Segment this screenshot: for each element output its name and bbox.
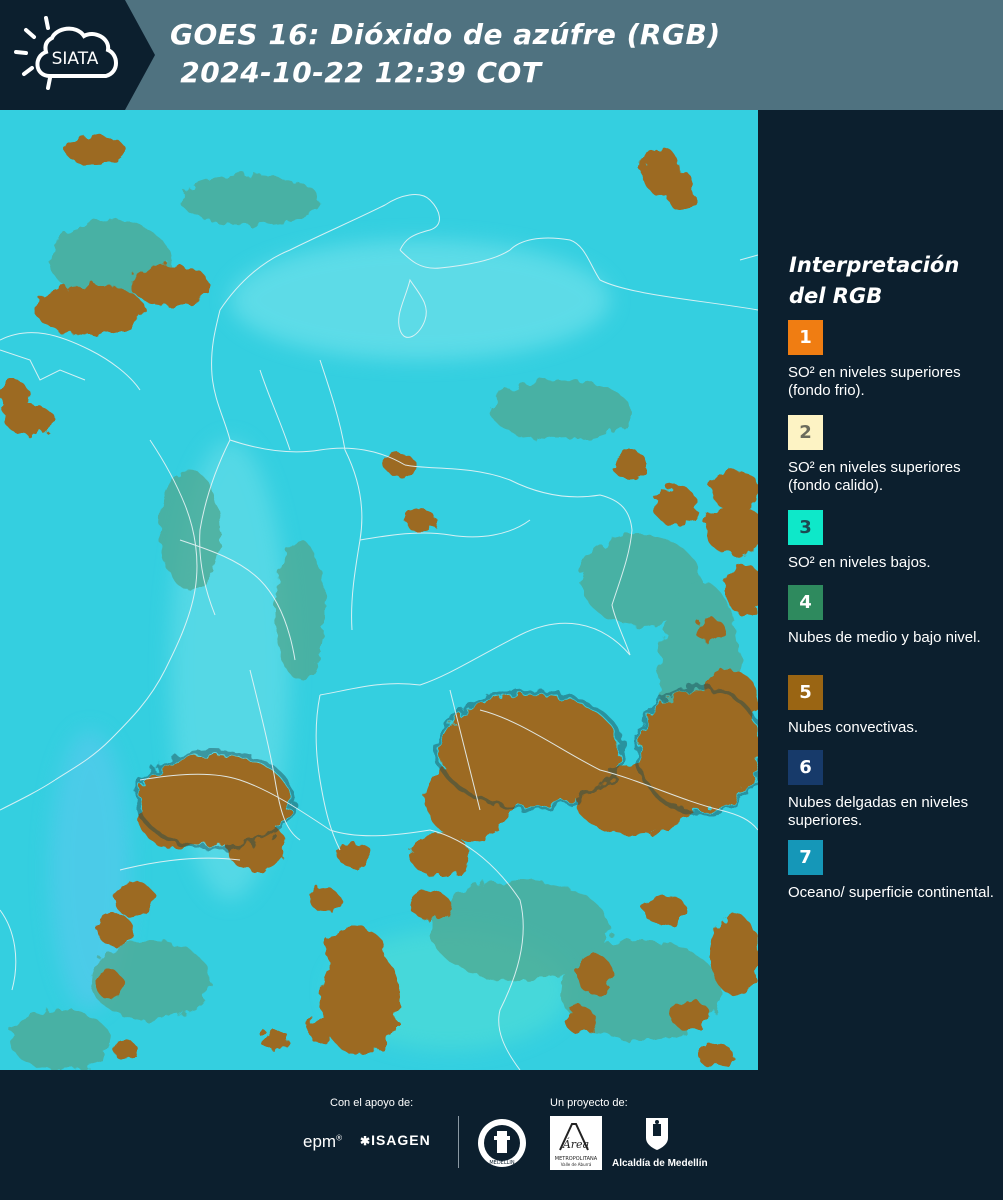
footer-divider xyxy=(458,1116,459,1168)
legend-item: 4 Nubes de medio y bajo nivel. xyxy=(788,585,998,647)
legend-item: 1 SO² en niveles superiores (fondo frio). xyxy=(788,320,998,400)
svg-text:Valle de Aburrá: Valle de Aburrá xyxy=(561,1162,592,1167)
legend-item-label: SO² en niveles superiores (fondo calido)… xyxy=(788,459,961,494)
legend-title: Interpretación del RGB xyxy=(789,253,960,308)
svg-text:Área: Área xyxy=(562,1137,589,1151)
epm-logo-text: epm xyxy=(303,1132,337,1151)
isagen-logo[interactable]: ✱ISAGEN xyxy=(360,1132,431,1148)
page-title: GOES 16: Dióxido de azúfre (RGB) 2024-10… xyxy=(170,16,721,92)
legend-item-label: Nubes convectivas. xyxy=(788,719,919,736)
isagen-mark-icon: ✱ xyxy=(360,1134,372,1148)
legend-item: 6 Nubes delgadas en niveles superiores. xyxy=(788,750,998,830)
legend-swatch: 1 xyxy=(788,320,823,355)
siata-logo: SIATA xyxy=(14,16,118,90)
legend-item-label: Nubes delgadas en niveles superiores. xyxy=(788,794,969,829)
alcaldia-label: Alcaldía de Medellín xyxy=(612,1158,708,1169)
epm-logo[interactable]: epm® xyxy=(303,1132,342,1152)
map-canvas xyxy=(0,110,758,1070)
legend-swatch: 3 xyxy=(788,510,823,545)
area-metropolitana-logo[interactable]: Área METROPOLITANA Valle de Aburrá xyxy=(550,1116,602,1170)
header: SIATA GOES 16: Dióxido de azúfre (RGB) 2… xyxy=(0,0,1003,110)
legend-item-label: Nubes de medio y bajo nivel. xyxy=(788,629,981,646)
medellin-seal-logo[interactable]: MEDELLIN xyxy=(477,1116,527,1170)
satellite-map[interactable] xyxy=(0,110,758,1070)
legend-swatch: 7 xyxy=(788,840,823,875)
legend-item-label: SO² en niveles bajos. xyxy=(788,554,931,571)
svg-text:MEDELLIN: MEDELLIN xyxy=(489,1160,515,1166)
isagen-logo-text: ISAGEN xyxy=(371,1132,431,1148)
title-line-1: GOES 16: Dióxido de azúfre (RGB) xyxy=(170,18,721,51)
legend-swatch: 5 xyxy=(788,675,823,710)
footer: Con el apoyo de: Un proyecto de: epm® ✱I… xyxy=(0,1070,1003,1200)
project-label: Un proyecto de: xyxy=(550,1097,628,1109)
legend-item: 7 Oceano/ superficie continental. xyxy=(788,840,998,902)
alcaldia-logo[interactable]: Alcaldía de Medellín xyxy=(612,1116,708,1169)
legend-item-label: Oceano/ superficie continental. xyxy=(788,884,994,901)
legend-item: 5 Nubes convectivas. xyxy=(788,675,998,737)
title-line-2: 2024-10-22 12:39 COT xyxy=(170,56,542,89)
legend-item-label: SO² en niveles superiores (fondo frio). xyxy=(788,364,961,399)
legend-panel: Interpretación del RGB 1 SO² en niveles s… xyxy=(758,110,1003,1070)
support-label: Con el apoyo de: xyxy=(330,1097,414,1109)
logo-text: SIATA xyxy=(52,49,99,69)
alcaldia-coat-of-arms-icon xyxy=(646,1118,668,1150)
legend-item: 3 SO² en niveles bajos. xyxy=(788,510,998,572)
legend-swatch: 6 xyxy=(788,750,823,785)
legend-item: 2 SO² en niveles superiores (fondo calido… xyxy=(788,415,998,495)
legend-swatch: 4 xyxy=(788,585,823,620)
legend-swatch: 2 xyxy=(788,415,823,450)
